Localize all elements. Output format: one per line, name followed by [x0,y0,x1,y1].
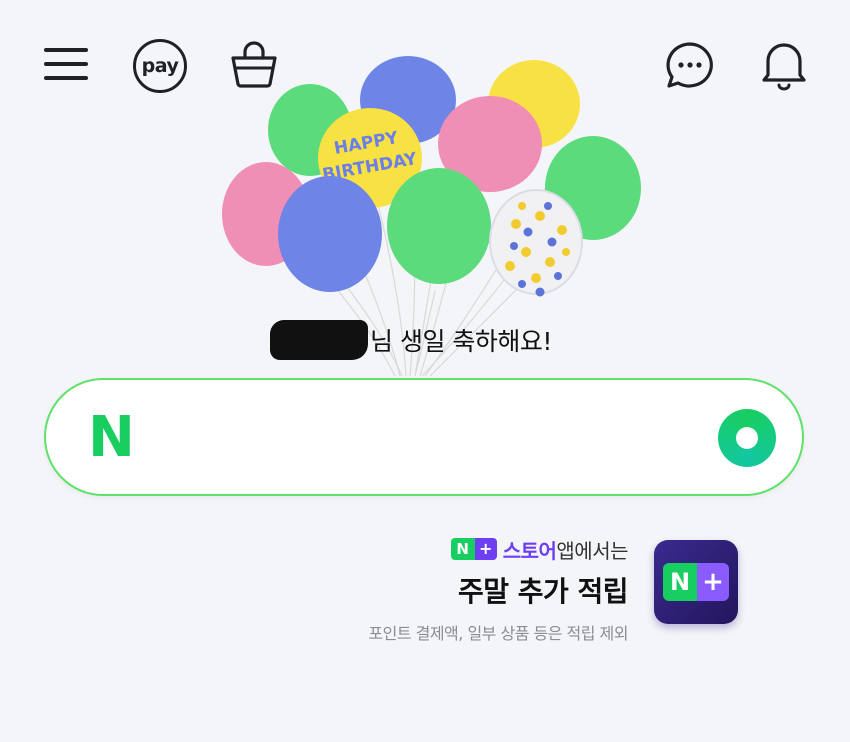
lens-center [736,427,758,449]
search-input[interactable] [166,410,730,468]
greeting-text: 님 생일 축하해요! [370,327,552,356]
app-icon-badge: N + [663,563,729,601]
store-label: 스토어 [502,538,557,563]
promo-banner-text[interactable]: N + 스토어 앱에서는 주말 추가 적립 포인트 결제액, 일부 상품 등은 … [368,534,628,644]
nplus-badge-plus: + [474,538,497,560]
nplus-badge: N + [450,538,497,560]
promo-title: 주말 추가 적립 [457,575,629,608]
menu-icon[interactable] [40,40,92,88]
birthday-greeting: 님 생일 축하해요! [270,318,552,362]
pay-label: pay [133,39,187,93]
chat-icon[interactable] [660,36,720,96]
redacted-username [270,320,368,360]
search-lens-icon[interactable] [718,409,776,467]
bell-icon[interactable] [754,34,814,94]
pay-icon[interactable]: pay [130,36,190,96]
promo-subtitle: 포인트 결제액, 일부 상품 등은 적립 제외 [368,624,628,643]
nplus-store-app-icon[interactable]: N + [654,540,738,624]
promo-line1: N + 스토어 앱에서는 [368,534,628,564]
naver-logo[interactable]: N [88,410,135,466]
app-icon-n: N [663,563,697,601]
nplus-badge-n: N [450,538,475,560]
promo-line1-rest: 앱에서는 [556,538,628,563]
search-bar[interactable]: N [44,378,804,496]
app-icon-plus: + [697,563,729,601]
